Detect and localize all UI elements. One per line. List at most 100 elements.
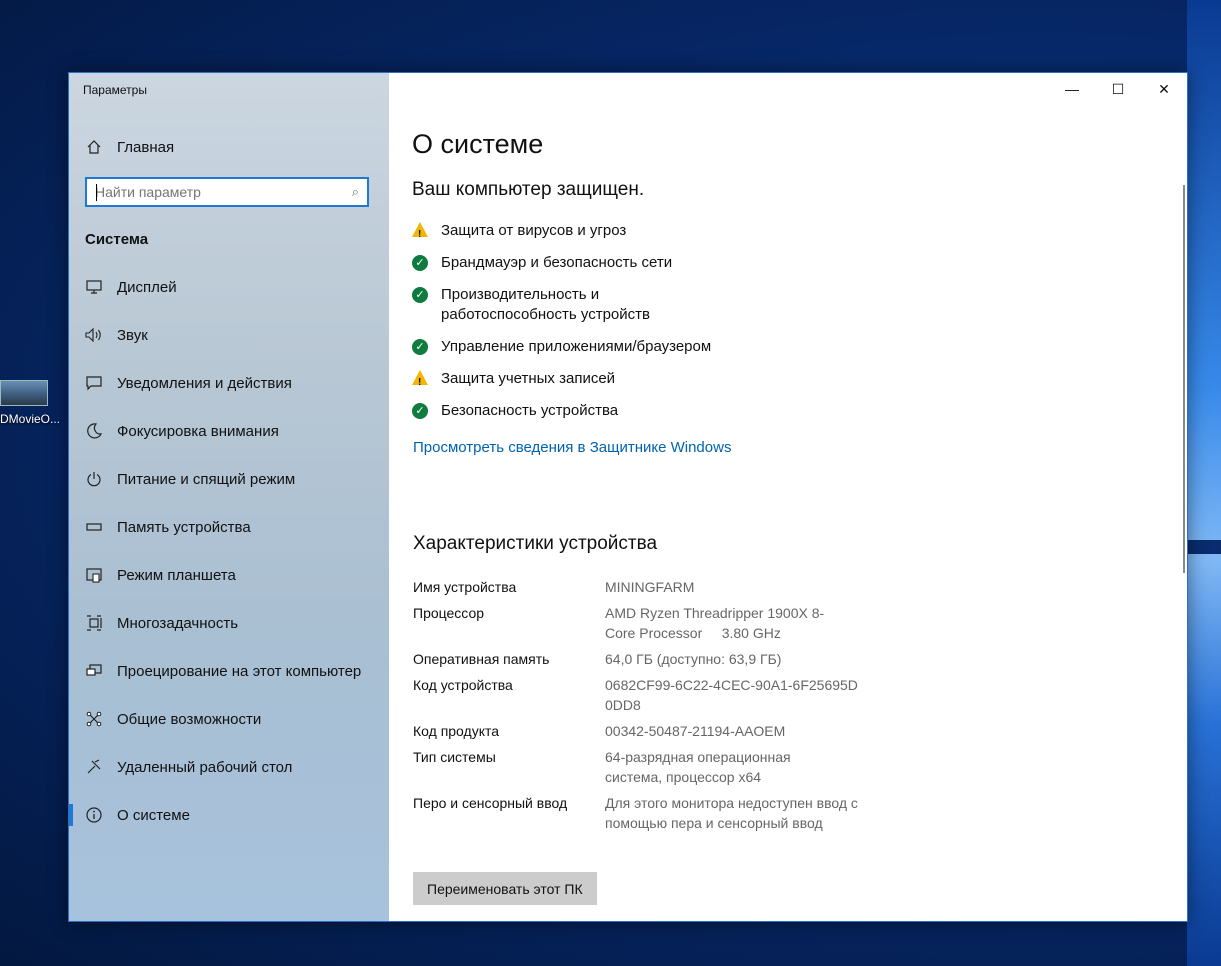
spec-key: Тип системы — [413, 749, 496, 765]
spec-row: Код продукта 00342-50487-21194-AAOEM — [413, 721, 883, 741]
spec-key: Имя устройства — [413, 579, 517, 595]
sidebar-item-display[interactable]: Дисплей — [69, 263, 389, 311]
checkmark-icon: ✓ — [412, 403, 428, 419]
focus-moon-icon — [85, 422, 103, 440]
security-item-account: ! Защита учетных записей — [412, 369, 912, 389]
security-item-label: Брандмауэр и безопасность сети — [441, 254, 673, 271]
security-item-label: Защита учетных записей — [441, 370, 616, 387]
sidebar-item-label: Память устройства — [117, 518, 251, 536]
sidebar-item-label: Удаленный рабочий стол — [117, 758, 293, 776]
spec-key: Оперативная память — [413, 651, 550, 667]
shared-experiences-icon — [85, 710, 103, 728]
sidebar-item-label: Общие возможности — [117, 710, 262, 728]
projecting-icon — [85, 662, 103, 680]
security-status-list: ! Защита от вирусов и угроз ✓ Брандмауэр… — [412, 221, 912, 433]
sidebar-item-label: Многозадачность — [117, 614, 239, 632]
sidebar-item-label: О системе — [117, 806, 190, 824]
spec-key: Код продукта — [413, 723, 500, 739]
spec-row: Тип системы 64-разрядная операционная сис… — [413, 747, 883, 787]
sidebar-item-shared-experiences[interactable]: Общие возможности — [69, 695, 389, 743]
sidebar-item-storage[interactable]: Память устройства — [69, 503, 389, 551]
security-item-label: Защита от вирусов и угроз — [441, 222, 627, 239]
spec-key: Перо и сенсорный ввод — [413, 795, 568, 811]
sidebar-item-multitasking[interactable]: Многозадачность — [69, 599, 389, 647]
spec-value: AMD Ryzen Threadripper 1900X 8-Core Proc… — [605, 605, 825, 641]
sidebar-item-label: Звук — [117, 326, 148, 344]
sidebar-item-focus[interactable]: Фокусировка внимания — [69, 407, 389, 455]
desktop-beam-divider — [1187, 540, 1221, 554]
minimize-button[interactable]: — — [1049, 73, 1095, 105]
desktop-shortcut[interactable]: DMovieO... — [0, 380, 62, 426]
device-specs-heading: Характеристики устройства — [413, 533, 658, 554]
spec-key: Код устройства — [413, 677, 513, 693]
sidebar-item-label: Уведомления и действия — [117, 374, 292, 392]
spec-value: 0682CF99-6C22-4CEC-90A1-6F25695D0DD8 — [605, 677, 858, 713]
sidebar-item-projecting[interactable]: Проецирование на этот компьютер — [69, 647, 389, 695]
protection-heading: Ваш компьютер защищен. — [412, 179, 645, 200]
sidebar-item-label: Дисплей — [117, 278, 177, 296]
warning-icon: ! — [412, 370, 428, 388]
warning-icon: ! — [412, 222, 428, 240]
search-box[interactable]: ⌕ — [85, 177, 369, 207]
sidebar-section-title: Система — [85, 231, 149, 248]
security-item-device: ✓ Безопасность устройства — [412, 401, 912, 421]
scrollbar[interactable] — [1183, 185, 1185, 573]
security-item-label: Производительность и работоспособность у… — [441, 286, 650, 323]
settings-content: — ☐ ✕ О системе Ваш компьютер защищен. !… — [389, 73, 1187, 921]
spec-row: Перо и сенсорный ввод Для этого монитора … — [413, 793, 883, 833]
power-icon — [85, 470, 103, 488]
sidebar-item-tablet[interactable]: Режим планшета — [69, 551, 389, 599]
app-title: Параметры — [83, 83, 147, 97]
rename-pc-button[interactable]: Переименовать этот ПК — [413, 872, 597, 905]
spec-row: Оперативная память 64,0 ГБ (доступно: 63,… — [413, 649, 883, 669]
spec-row: Имя устройства MININGFARM — [413, 577, 883, 597]
spec-key: Процессор — [413, 605, 485, 621]
display-icon — [85, 278, 103, 296]
desktop-shortcut-label: DMovieO... — [0, 412, 61, 426]
close-button[interactable]: ✕ — [1141, 73, 1187, 105]
settings-window: Параметры Главная ⌕ Система Дисплей Звук — [68, 72, 1188, 922]
sound-icon — [85, 326, 103, 344]
checkmark-icon: ✓ — [412, 339, 428, 355]
home-icon — [85, 138, 103, 156]
spec-row: Процессор AMD Ryzen Threadripper 1900X 8-… — [413, 603, 883, 643]
sidebar-item-notifications[interactable]: Уведомления и действия — [69, 359, 389, 407]
sidebar-item-label: Режим планшета — [117, 566, 236, 584]
desktop-shortcut-thumbnail — [0, 380, 48, 406]
remote-desktop-icon — [85, 758, 103, 776]
security-item-virus: ! Защита от вирусов и угроз — [412, 221, 912, 241]
security-item-app-browser: ✓ Управление приложениями/браузером — [412, 337, 912, 357]
text-caret — [96, 184, 97, 201]
page-title: О системе — [412, 129, 544, 159]
spec-value: 64-разрядная операционная система, проце… — [605, 749, 791, 785]
security-item-label: Управление приложениями/браузером — [441, 338, 712, 355]
sidebar-item-about[interactable]: О системе — [69, 791, 389, 839]
search-icon[interactable]: ⌕ — [352, 184, 359, 200]
checkmark-icon: ✓ — [412, 287, 428, 303]
storage-icon — [85, 518, 103, 536]
security-item-label: Безопасность устройства — [441, 402, 619, 419]
settings-sidebar: Параметры Главная ⌕ Система Дисплей Звук — [69, 73, 389, 921]
defender-details-link[interactable]: Просмотреть сведения в Защитнике Windows — [413, 439, 731, 456]
notifications-icon — [85, 374, 103, 392]
sidebar-item-sound[interactable]: Звук — [69, 311, 389, 359]
tablet-icon — [85, 566, 103, 584]
home-label: Главная — [117, 138, 175, 156]
spec-row: Код устройства 0682CF99-6C22-4CEC-90A1-6F… — [413, 675, 883, 715]
sidebar-item-power[interactable]: Питание и спящий режим — [69, 455, 389, 503]
search-input[interactable] — [87, 179, 335, 205]
spec-value: MININGFARM — [605, 579, 695, 595]
security-item-firewall: ✓ Брандмауэр и безопасность сети — [412, 253, 912, 273]
info-icon — [85, 806, 103, 824]
checkmark-icon: ✓ — [412, 255, 428, 271]
desktop-light-beam — [1187, 0, 1221, 966]
spec-value: Для этого монитора недоступен ввод с пом… — [605, 795, 858, 831]
security-item-performance: ✓ Производительность и работоспособность… — [412, 285, 912, 325]
maximize-button[interactable]: ☐ — [1095, 73, 1141, 105]
sidebar-item-remote-desktop[interactable]: Удаленный рабочий стол — [69, 743, 389, 791]
sidebar-item-label: Проецирование на этот компьютер — [117, 662, 362, 680]
spec-value: 00342-50487-21194-AAOEM — [605, 723, 786, 739]
multitasking-icon — [85, 614, 103, 632]
home-nav-item[interactable]: Главная — [85, 135, 174, 159]
sidebar-item-label: Фокусировка внимания — [117, 422, 279, 440]
